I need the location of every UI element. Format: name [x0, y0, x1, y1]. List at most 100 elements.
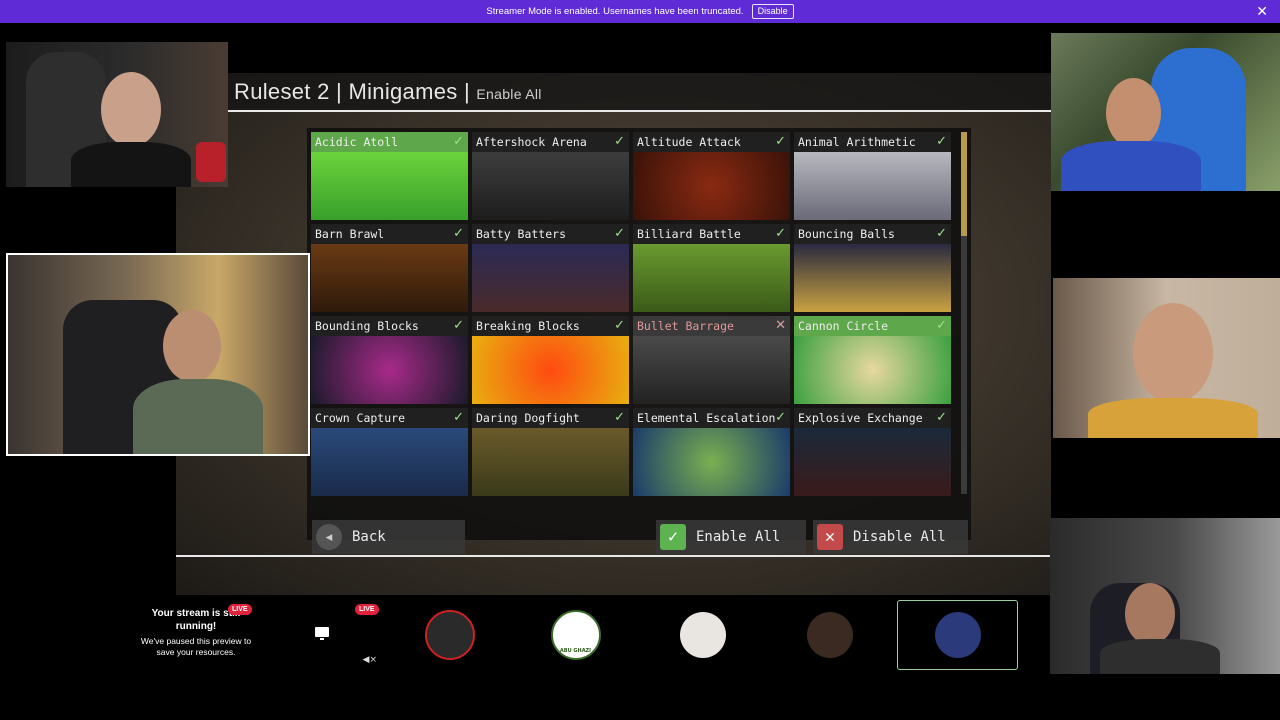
check-icon[interactable]: ✓: [614, 224, 625, 244]
webcam-feed: [1053, 278, 1280, 438]
title-enable-all[interactable]: Enable All: [476, 86, 541, 102]
enable-all-button[interactable]: ✓ Enable All: [656, 520, 806, 554]
minigame-thumbnail: [311, 152, 468, 220]
monitor-icon: [315, 627, 329, 640]
minigame-tile[interactable]: Bounding Blocks ✓: [311, 316, 468, 404]
scrollbar[interactable]: [961, 132, 967, 494]
check-icon[interactable]: ✓: [614, 316, 625, 336]
disable-streamer-mode-button[interactable]: Disable: [751, 4, 794, 19]
check-icon[interactable]: ✓: [936, 316, 947, 336]
minigame-tile[interactable]: Animal Arithmetic ✓: [794, 132, 951, 220]
minigame-thumbnail: [794, 152, 951, 220]
person-face: [1106, 78, 1161, 148]
minigame-thumbnail: [633, 428, 790, 496]
minigame-thumbnail: [633, 244, 790, 312]
minigame-thumbnail: [633, 152, 790, 220]
minigame-tile[interactable]: Bouncing Balls ✓: [794, 224, 951, 312]
minigame-tile[interactable]: Daring Dogfight ✓: [472, 408, 629, 496]
minigame-name: Explosive Exchange: [794, 408, 951, 428]
person-face: [1133, 303, 1213, 403]
participant-tile[interactable]: ABU GHAZI: [515, 600, 636, 670]
avatar: [934, 612, 981, 658]
minigame-tile[interactable]: Aftershock Arena ✓: [472, 132, 629, 220]
minigame-name: Batty Batters: [472, 224, 629, 244]
back-button[interactable]: ◂ Back: [312, 520, 465, 554]
person-face: [1125, 583, 1175, 645]
participant-tile-active[interactable]: [897, 600, 1018, 670]
participant-tile[interactable]: [642, 600, 763, 670]
close-icon[interactable]: ✕: [1256, 3, 1268, 20]
minigame-tile[interactable]: Cannon Circle ✓: [794, 316, 951, 404]
check-icon: ✓: [660, 524, 686, 550]
check-icon[interactable]: ✓: [775, 224, 786, 244]
avatar: ABU GHAZI: [550, 610, 601, 660]
check-icon[interactable]: ✓: [614, 132, 625, 152]
live-badge: LIVE: [228, 604, 252, 615]
check-icon[interactable]: ✓: [453, 408, 464, 428]
check-icon[interactable]: ✓: [936, 132, 947, 152]
person-body: [1100, 639, 1220, 674]
check-icon[interactable]: ✓: [775, 132, 786, 152]
back-icon: ◂: [316, 524, 342, 550]
minigame-tile[interactable]: Crown Capture ✓: [311, 408, 468, 496]
minigame-name: Cannon Circle: [794, 316, 951, 336]
minigame-thumbnail: [311, 336, 468, 404]
check-icon[interactable]: ✓: [453, 224, 464, 244]
check-icon[interactable]: ✓: [936, 408, 947, 428]
title-main: Ruleset 2 | Minigames |: [234, 79, 470, 104]
minigame-tile[interactable]: Batty Batters ✓: [472, 224, 629, 312]
person-face: [163, 310, 221, 382]
minigame-tile[interactable]: Acidic Atoll ✓: [311, 132, 468, 220]
minigame-name: Elemental Escalation: [633, 408, 790, 428]
minigame-name: Barn Brawl: [311, 224, 468, 244]
cross-icon: ✕: [817, 524, 843, 550]
check-icon[interactable]: ✓: [775, 408, 786, 428]
webcam-feed: [6, 253, 310, 456]
check-icon[interactable]: ✓: [614, 408, 625, 428]
minigame-tile[interactable]: Explosive Exchange ✓: [794, 408, 951, 496]
person-body: [133, 379, 263, 454]
minigame-name: Bouncing Balls: [794, 224, 951, 244]
minigame-thumbnail: [472, 152, 629, 220]
minigame-thumbnail: [472, 244, 629, 312]
minigame-name: Altitude Attack: [633, 132, 790, 152]
minigame-thumbnail: [794, 244, 951, 312]
person-body: [1061, 141, 1201, 191]
webcam-feed: [1051, 33, 1280, 191]
minigame-tile[interactable]: Altitude Attack ✓: [633, 132, 790, 220]
check-icon[interactable]: ✓: [453, 316, 464, 336]
webcam-feed: [1050, 518, 1280, 674]
streamer-mode-banner: Streamer Mode is enabled. Usernames have…: [0, 0, 1280, 23]
person-body: [71, 142, 191, 187]
divider: [176, 555, 1051, 557]
page-title: Ruleset 2 | Minigames | Enable All: [234, 79, 542, 105]
minigame-panel: Acidic Atoll ✓ Aftershock Arena ✓ Altitude A…: [307, 128, 971, 540]
check-icon[interactable]: ✓: [936, 224, 947, 244]
minigame-tile[interactable]: Breaking Blocks ✓: [472, 316, 629, 404]
back-label: Back: [352, 529, 386, 545]
minigame-tile[interactable]: Billiard Battle ✓: [633, 224, 790, 312]
microphone: [196, 142, 226, 182]
minigame-name: Billiard Battle: [633, 224, 790, 244]
minigame-name: Daring Dogfight: [472, 408, 629, 428]
minigame-tile[interactable]: Elemental Escalation ✓: [633, 408, 790, 496]
scrollbar-thumb[interactable]: [961, 132, 967, 236]
ruleset-title-bar: Ruleset 2 | Minigames | Enable All: [176, 73, 1051, 112]
avatar: [806, 612, 853, 658]
avatar: [424, 610, 475, 660]
participant-tile[interactable]: [389, 600, 510, 670]
disable-all-button[interactable]: ✕ Disable All: [813, 520, 968, 554]
muted-speaker-icon[interactable]: ◀×: [363, 655, 377, 665]
minigame-tile[interactable]: Barn Brawl ✓: [311, 224, 468, 312]
minigame-grid: Acidic Atoll ✓ Aftershock Arena ✓ Altitude A…: [311, 132, 955, 496]
minigame-thumbnail: [633, 336, 790, 404]
check-icon[interactable]: ✓: [453, 132, 464, 152]
participant-tile[interactable]: [769, 600, 890, 670]
minigame-name: Animal Arithmetic: [794, 132, 951, 152]
cross-icon[interactable]: ✕: [775, 316, 786, 336]
minigame-name: Crown Capture: [311, 408, 468, 428]
minigame-thumbnail: [311, 244, 468, 312]
minigame-name: Aftershock Arena: [472, 132, 629, 152]
minigame-tile[interactable]: Bullet Barrage ✕: [633, 316, 790, 404]
person-face: [101, 72, 161, 147]
